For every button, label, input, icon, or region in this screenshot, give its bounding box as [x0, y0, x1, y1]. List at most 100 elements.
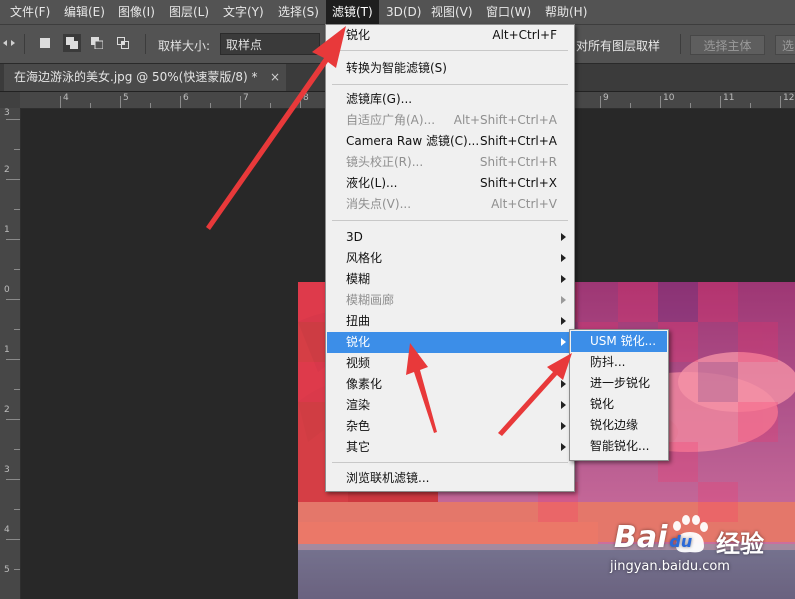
ruler-label: 6: [183, 93, 189, 103]
ruler-label: 4: [4, 525, 10, 535]
submenu-item-unsharp-mask[interactable]: USM 锐化...: [571, 331, 667, 352]
menu-separator: [332, 84, 568, 85]
ruler-label: 2: [4, 165, 10, 175]
submenu-item-sharpen[interactable]: 锐化: [571, 394, 667, 415]
menu-item-label: 3D: [346, 230, 363, 244]
sharpen-submenu: USM 锐化... 防抖... 进一步锐化 锐化 锐化边缘 智能锐化...: [569, 329, 669, 461]
submenu-item-smart-sharpen[interactable]: 智能锐化...: [571, 436, 667, 457]
ruler-label: 1: [4, 225, 10, 235]
menu-separator: [332, 220, 568, 221]
sample-size-dropdown[interactable]: 取样点: [220, 33, 320, 55]
ruler-label: 2: [4, 405, 10, 415]
menu-item-distort[interactable]: 扭曲: [327, 311, 573, 332]
menu-type[interactable]: 文字(Y): [217, 0, 270, 24]
menu-item-shortcut: Alt+Ctrl+F: [492, 28, 557, 42]
menu-item-noise[interactable]: 杂色: [327, 416, 573, 437]
submenu-arrow-icon: [561, 380, 566, 388]
intersect-selection-icon[interactable]: [117, 37, 129, 49]
menu-3d[interactable]: 3D(D): [380, 0, 427, 24]
menu-item-label: 消失点(V)...: [346, 197, 412, 211]
menu-view[interactable]: 视图(V): [425, 0, 479, 24]
document-tab[interactable]: 在海边游泳的美女.jpg @ 50%(快速蒙版/8) * ×: [4, 64, 286, 91]
submenu-item-shake-reduction[interactable]: 防抖...: [571, 352, 667, 373]
ruler-label: 5: [4, 565, 10, 575]
menu-filter[interactable]: 滤镜(T): [326, 0, 379, 24]
menu-layer[interactable]: 图层(L): [163, 0, 215, 24]
menu-item-shortcut: Shift+Ctrl+R: [479, 155, 557, 169]
menu-item-label: 模糊: [346, 272, 371, 286]
options-separator: [680, 34, 681, 54]
menu-item-vanishing-point: 消失点(V)... Alt+Ctrl+V: [327, 194, 573, 215]
baidu-jingyan-watermark: Bai du 经验 jingyan.baidu.com: [606, 508, 791, 592]
ruler-label: 4: [63, 93, 69, 103]
menu-item-label: 风格化: [346, 251, 383, 265]
select-and-mask-button[interactable]: 选择并: [775, 35, 795, 55]
ruler-label: 8: [303, 93, 309, 103]
ruler-label: 11: [723, 93, 735, 103]
ruler-label: 12: [783, 93, 795, 103]
menu-file[interactable]: 文件(F): [4, 0, 56, 24]
menu-item-browse-online-filters[interactable]: 浏览联机滤镜...: [327, 468, 573, 489]
sample-all-layers-checkbox[interactable]: 对所有图层取样: [576, 37, 660, 54]
menu-item-adaptive-wide-angle: 自适应广角(A)... Alt+Shift+Ctrl+A: [327, 110, 573, 131]
menu-item-label: 扭曲: [346, 314, 371, 328]
menu-item-label: USM 锐化...: [590, 334, 657, 348]
submenu-arrow-icon: [561, 359, 566, 367]
options-separator: [145, 34, 146, 54]
menu-item-label: 智能锐化...: [590, 439, 650, 453]
menu-item-stylize[interactable]: 风格化: [327, 248, 573, 269]
menu-item-sharpen[interactable]: 锐化: [327, 332, 573, 353]
subtract-from-selection-icon[interactable]: [91, 37, 103, 49]
menu-item-label: 浏览联机滤镜...: [346, 471, 430, 485]
menu-item-label: 锐化: [590, 397, 615, 411]
menu-item-video[interactable]: 视频: [327, 353, 573, 374]
submenu-arrow-icon: [561, 296, 566, 304]
menu-item-filter-gallery[interactable]: 滤镜库(G)...: [327, 89, 573, 110]
menu-item-pixelate[interactable]: 像素化: [327, 374, 573, 395]
submenu-arrow-icon: [561, 401, 566, 409]
document-tab-title: 在海边游泳的美女.jpg @ 50%(快速蒙版/8) *: [14, 70, 258, 84]
menu-edit[interactable]: 编辑(E): [58, 0, 111, 24]
submenu-arrow-icon: [561, 317, 566, 325]
menu-item-label: 防抖...: [590, 355, 626, 369]
menubar: 文件(F) 编辑(E) 图像(I) 图层(L) 文字(Y) 选择(S) 滤镜(T…: [0, 0, 795, 25]
menu-item-blur[interactable]: 模糊: [327, 269, 573, 290]
menu-item-label: 液化(L)...: [346, 176, 398, 190]
submenu-item-sharpen-edges[interactable]: 锐化边缘: [571, 415, 667, 436]
menu-item-label: 转换为智能滤镜(S): [346, 61, 447, 75]
menu-item-last-filter-sharpen[interactable]: 锐化 Alt+Ctrl+F: [327, 25, 573, 46]
tab-close-icon[interactable]: ×: [270, 64, 280, 90]
menu-window[interactable]: 窗口(W): [480, 0, 537, 24]
new-selection-icon[interactable]: [39, 37, 51, 49]
menu-item-shortcut: Shift+Ctrl+A: [480, 134, 557, 148]
menu-item-render[interactable]: 渲染: [327, 395, 573, 416]
menu-image[interactable]: 图像(I): [112, 0, 161, 24]
menu-item-label: 滤镜库(G)...: [346, 92, 413, 106]
move-arrows-icon[interactable]: [2, 37, 16, 49]
menu-item-label: 视频: [346, 356, 371, 370]
menu-separator: [332, 462, 568, 463]
menu-item-label: 渲染: [346, 398, 371, 412]
sample-size-label: 取样大小:: [158, 39, 211, 53]
menu-item-label: 像素化: [346, 377, 383, 391]
menu-item-camera-raw[interactable]: Camera Raw 滤镜(C)... Shift+Ctrl+A: [327, 131, 573, 152]
ruler-label: 7: [243, 93, 249, 103]
submenu-arrow-icon: [561, 422, 566, 430]
menu-help[interactable]: 帮助(H): [539, 0, 593, 24]
menu-item-other[interactable]: 其它: [327, 437, 573, 458]
submenu-item-sharpen-more[interactable]: 进一步锐化: [571, 373, 667, 394]
submenu-arrow-icon: [561, 275, 566, 283]
ruler-label: 10: [663, 93, 675, 103]
menu-item-convert-smart-filters[interactable]: 转换为智能滤镜(S): [327, 58, 573, 79]
menu-select[interactable]: 选择(S): [272, 0, 325, 24]
menu-separator: [332, 50, 568, 51]
vertical-ruler: 3 2 1 0 1 2 3 4 5: [0, 108, 21, 599]
menu-item-liquify[interactable]: 液化(L)... Shift+Ctrl+X: [327, 173, 573, 194]
ruler-label: 3: [4, 108, 10, 118]
submenu-arrow-icon: [561, 233, 566, 241]
select-subject-button[interactable]: 选择主体: [690, 35, 765, 55]
menu-item-label: 锐化: [346, 28, 371, 42]
menu-item-3d[interactable]: 3D: [327, 227, 573, 248]
add-to-selection-icon[interactable]: [63, 34, 81, 52]
watermark-brand-bai: Bai: [614, 520, 668, 555]
